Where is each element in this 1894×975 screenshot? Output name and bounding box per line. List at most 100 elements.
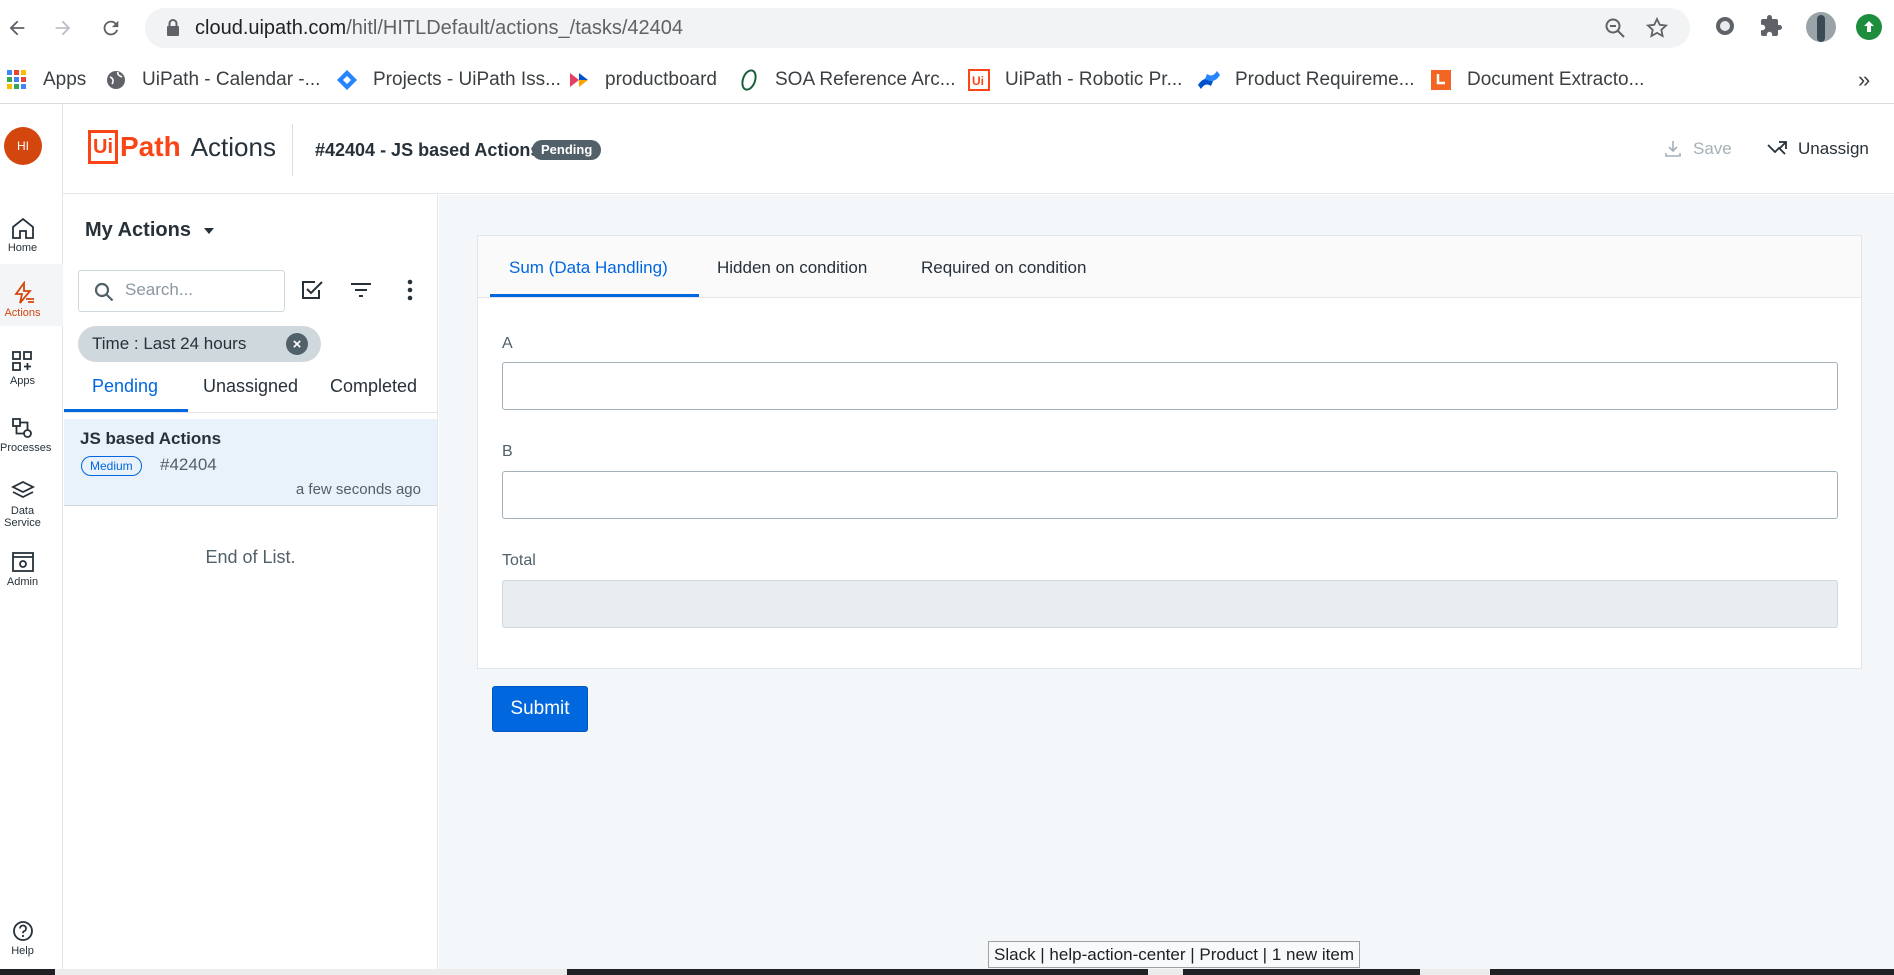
rail-item-apps[interactable]: Apps	[0, 349, 45, 387]
apps-grid-icon	[5, 68, 29, 92]
task-item-time: a few seconds ago	[295, 481, 421, 498]
reload-button[interactable]	[94, 11, 128, 45]
search-field[interactable]	[78, 270, 285, 312]
app-header: Ui Path Actions #42404 - JS based Action…	[63, 104, 1894, 194]
more-bookmarks-button[interactable]: »	[1858, 66, 1870, 94]
tab-required-on-condition[interactable]: Required on condition	[921, 258, 1086, 278]
uipath-logo[interactable]: Ui Path Actions	[88, 130, 276, 164]
bookmark-document-extractor[interactable]: Document Extracto...	[1429, 66, 1644, 94]
profile-avatar[interactable]	[1806, 12, 1836, 42]
filter-chip[interactable]: Time : Last 24 hours ×	[78, 326, 321, 362]
close-icon[interactable]: ×	[286, 333, 308, 355]
jira-icon	[335, 68, 359, 92]
back-arrow-icon	[9, 20, 25, 36]
bookmark-product-requirements[interactable]: Product Requireme...	[1197, 66, 1415, 94]
my-actions-dropdown[interactable]: My Actions	[85, 219, 217, 242]
bookmark-label: UiPath - Robotic Pr...	[1005, 69, 1183, 90]
tab-unassigned[interactable]: Unassigned	[203, 376, 298, 397]
more-options-button[interactable]	[395, 275, 425, 305]
save-button[interactable]: Save	[1663, 139, 1732, 159]
confluence-icon	[1197, 68, 1221, 92]
task-item-title: JS based Actions	[80, 429, 222, 448]
bookmark-uipath-calendar[interactable]: UiPath - Calendar -...	[104, 66, 320, 94]
star-icon[interactable]	[1645, 16, 1669, 40]
search-icon	[94, 282, 114, 302]
field-total-input	[502, 580, 1838, 628]
main-content: Sum (Data Handling) Hidden on condition …	[439, 195, 1894, 971]
caret-down-icon	[203, 227, 214, 234]
bookmark-label: SOA Reference Arc...	[775, 69, 956, 90]
more-vertical-icon	[407, 279, 413, 301]
rail-item-actions[interactable]: Actions	[0, 281, 45, 319]
tab-completed[interactable]: Completed	[330, 376, 417, 397]
tab-hidden-on-condition[interactable]: Hidden on condition	[717, 258, 867, 278]
zoom-icon[interactable]	[1603, 16, 1627, 40]
rail-label-line1: Data	[10, 505, 35, 517]
taskbar-segment	[1420, 969, 1490, 975]
product-name: Actions	[190, 131, 276, 162]
bookmark-label: productboard	[605, 69, 717, 90]
field-a-input[interactable]	[502, 362, 1838, 410]
priority-badge: Medium	[81, 456, 142, 476]
taskbar-strip	[0, 969, 1894, 975]
bookmark-label: Projects - UiPath Iss...	[373, 69, 561, 90]
update-icon[interactable]	[1856, 14, 1882, 40]
app-nav-rail: HI Home Actions Apps Processes Data Serv…	[0, 104, 63, 971]
bookmark-productboard[interactable]: productboard	[567, 66, 717, 94]
logo-ui: Ui	[88, 130, 118, 164]
bookmark-label: Document Extracto...	[1467, 69, 1645, 90]
bookmark-uipath-robotic[interactable]: Ui UiPath - Robotic Pr...	[967, 66, 1182, 94]
rail-item-help[interactable]: Help	[0, 919, 45, 957]
end-of-list: End of List.	[205, 547, 296, 567]
user-avatar[interactable]: HI	[4, 127, 42, 165]
taskbar-segment	[55, 969, 567, 975]
field-a-label: A	[502, 335, 513, 352]
rail-label: Help	[11, 945, 34, 957]
opengroup-icon	[737, 68, 761, 92]
rail-label-line2: Service	[4, 517, 41, 529]
form-tabs: Sum (Data Handling) Hidden on condition …	[478, 236, 1861, 298]
address-bar[interactable]: cloud.uipath.com/hitl/HITLDefault/action…	[145, 8, 1690, 48]
filter-button[interactable]	[346, 275, 376, 305]
tab-pending[interactable]: Pending	[92, 376, 158, 397]
list-item[interactable]: JS based Actions Medium #42404 a few sec…	[64, 419, 437, 506]
field-b-input[interactable]	[502, 471, 1838, 519]
actions-icon	[13, 281, 34, 304]
processes-icon	[11, 418, 32, 438]
trending-up-icon	[1767, 141, 1787, 155]
rail-item-data-service[interactable]: Data Service	[0, 479, 45, 529]
extension-circle-icon[interactable]	[1713, 14, 1737, 38]
uipath-icon: Ui	[967, 68, 991, 92]
url-path: /hitl/HITLDefault/actions_/tasks/42404	[346, 16, 684, 39]
bookmark-apps[interactable]: Apps	[5, 66, 86, 94]
task-list-panel: My Actions Time : Last 24 hours × Pendin…	[64, 195, 438, 971]
rail-item-processes[interactable]: Processes	[0, 416, 51, 454]
extensions-puzzle-icon[interactable]	[1759, 14, 1783, 38]
svg-text:Ui: Ui	[972, 74, 984, 88]
bookmark-projects[interactable]: Projects - UiPath Iss...	[335, 66, 561, 94]
bookmarks-bar: Apps UiPath - Calendar -... Projects - U…	[0, 56, 1894, 104]
back-button[interactable]	[0, 11, 34, 45]
help-icon	[12, 921, 33, 941]
logo-path: Path	[120, 131, 181, 162]
rail-item-admin[interactable]: Admin	[0, 550, 45, 588]
lock-icon	[167, 19, 179, 36]
save-label: Save	[1693, 139, 1732, 158]
rail-label: Apps	[9, 375, 36, 387]
tab-sum-data-handling[interactable]: Sum (Data Handling)	[509, 258, 668, 278]
forward-button[interactable]	[46, 11, 80, 45]
bookmark-soa[interactable]: SOA Reference Arc...	[737, 66, 956, 94]
download-icon	[1665, 141, 1681, 157]
search-input[interactable]	[125, 280, 275, 300]
multi-select-button[interactable]	[297, 275, 327, 305]
document-icon	[1429, 68, 1453, 92]
rail-label: Home	[7, 242, 38, 254]
reload-icon	[103, 20, 119, 36]
browser-toolbar: cloud.uipath.com/hitl/HITLDefault/action…	[0, 0, 1894, 56]
rail-label: Processes	[0, 442, 52, 454]
unassign-button[interactable]: Unassign	[1766, 139, 1869, 159]
submit-button[interactable]: Submit	[492, 686, 588, 732]
unassign-label: Unassign	[1798, 139, 1869, 158]
rail-item-home[interactable]: Home	[0, 216, 45, 254]
form-card: Sum (Data Handling) Hidden on condition …	[477, 235, 1862, 669]
